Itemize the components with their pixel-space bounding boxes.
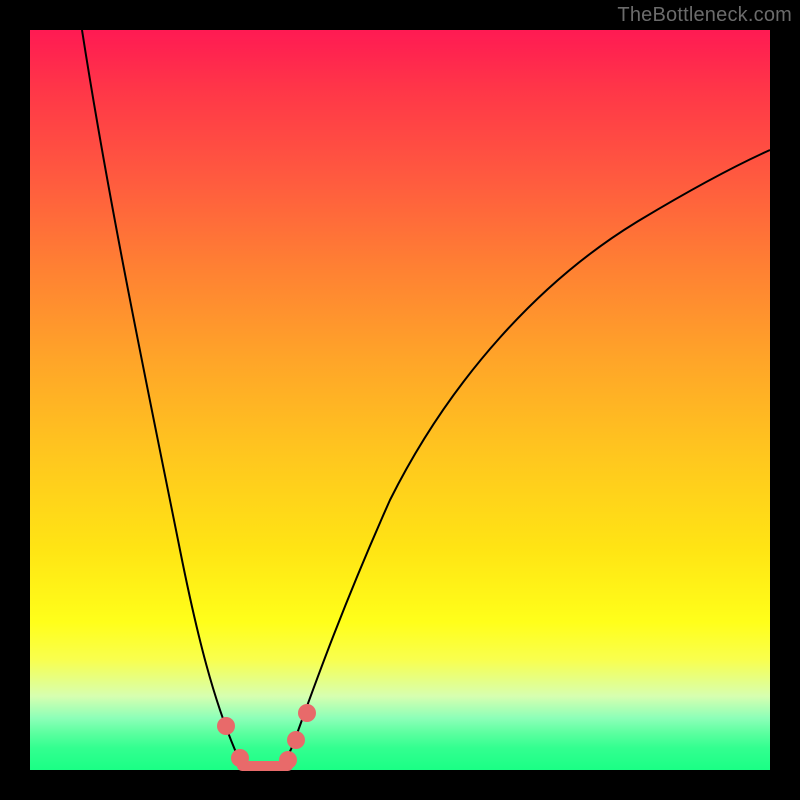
marker-dot — [231, 749, 249, 767]
chart-svg — [30, 30, 770, 770]
curve-right — [275, 150, 770, 767]
plot-area — [30, 30, 770, 770]
marker-dot — [298, 704, 316, 722]
marker-dot — [217, 717, 235, 735]
marker-dot — [279, 751, 297, 769]
marker-dot — [287, 731, 305, 749]
watermark-text: TheBottleneck.com — [617, 4, 792, 27]
curve-left — [82, 30, 255, 767]
